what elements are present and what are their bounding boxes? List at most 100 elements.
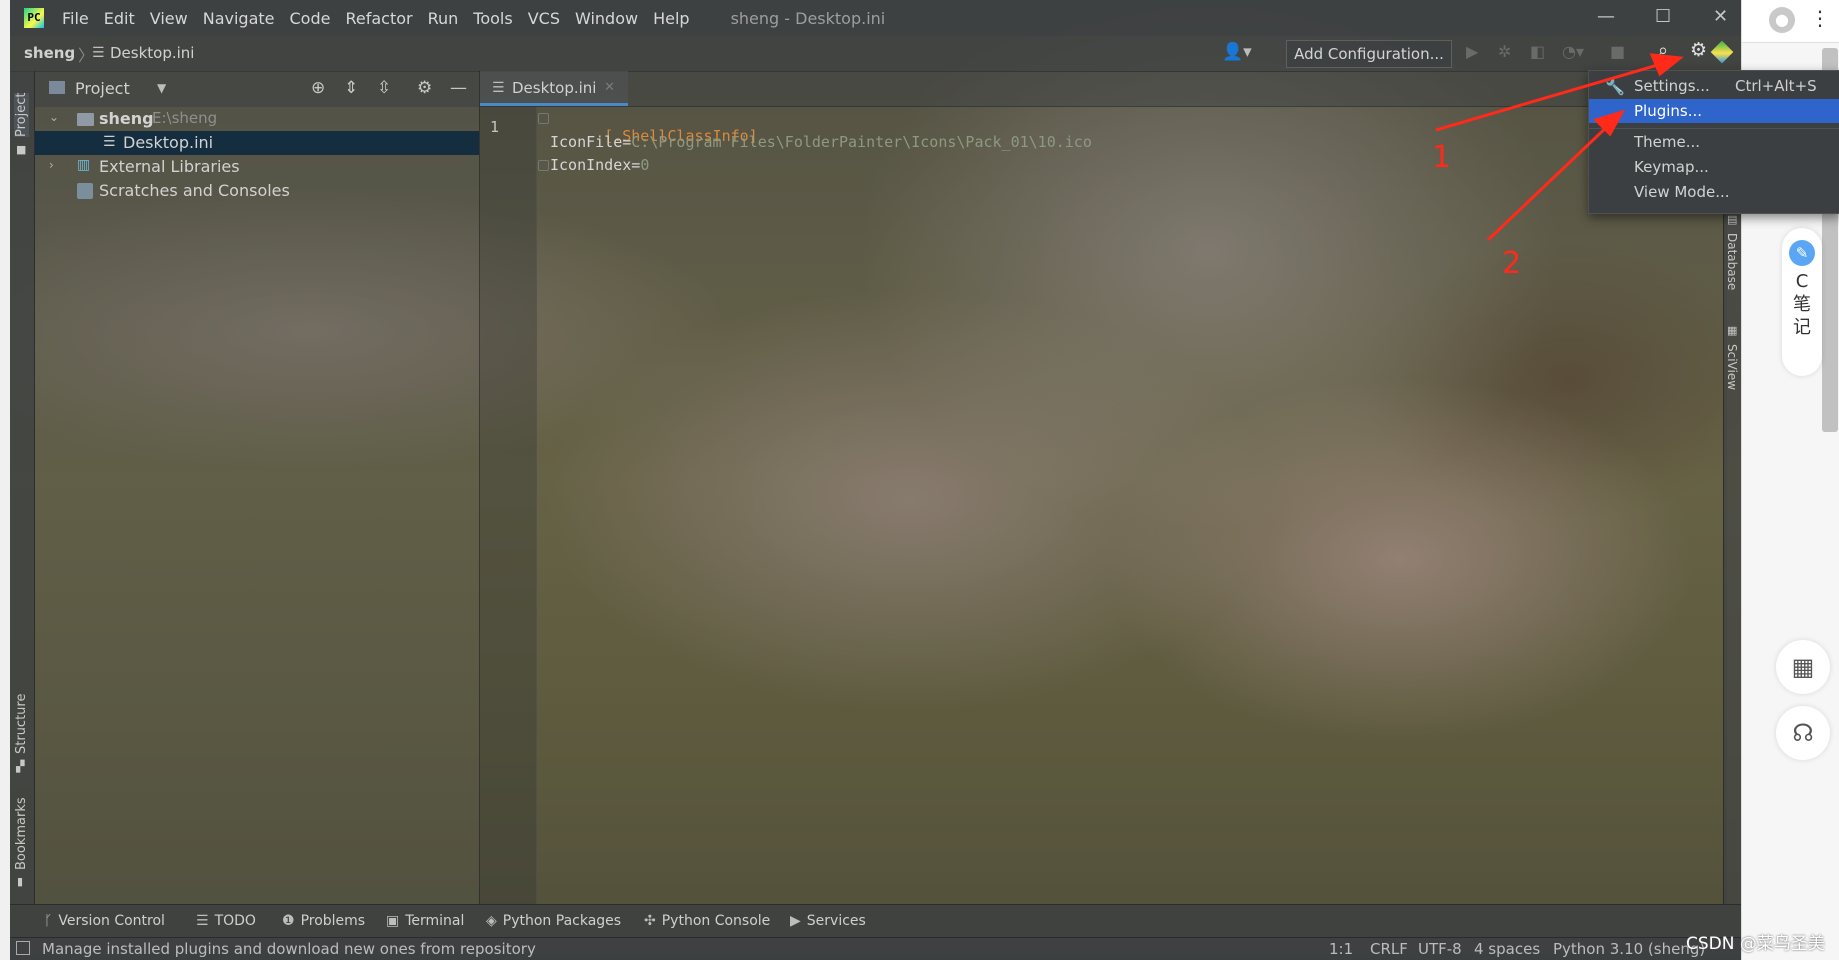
close-button[interactable]: ✕: [1713, 6, 1728, 27]
structure-icon: ▞: [16, 760, 25, 773]
editor-tab-label: Desktop.ini: [512, 79, 597, 97]
tree-item-external-libraries[interactable]: › ▥ External Libraries: [35, 155, 479, 179]
tool-tab-python-console[interactable]: ✣ Python Console: [644, 913, 770, 929]
left-tool-strip: Project ■ Structure ▞ Bookmarks ▮: [10, 71, 35, 904]
tool-tab-sciview[interactable]: SciView: [1725, 344, 1739, 390]
ini-file-icon: ☰: [103, 134, 116, 150]
file-encoding[interactable]: UTF-8: [1418, 940, 1462, 958]
close-tab-icon[interactable]: ✕: [604, 80, 615, 95]
hide-panel-icon[interactable]: —: [450, 78, 467, 98]
bottom-tool-tabs: ᚴ Version Control ☰ TODO ❶ Problems ▣ Termin…: [10, 904, 1741, 938]
line-separator[interactable]: CRLF: [1370, 940, 1408, 958]
fold-marker-icon[interactable]: [538, 113, 549, 124]
menu-vcs[interactable]: VCS: [528, 9, 560, 28]
project-tool-window: Project ▼ ⊕ ⇕ ⇳ ⚙ — ⌄ sheng E:\sheng ☰ D…: [35, 71, 480, 904]
menu-navigate[interactable]: Navigate: [203, 9, 275, 28]
tool-tab-services[interactable]: ▶ Services: [790, 913, 866, 929]
minimize-button[interactable]: —: [1597, 6, 1615, 27]
annotation-number-2: 2: [1502, 246, 1522, 281]
database-icon: ▤: [1727, 213, 1738, 226]
list-icon: ☰: [196, 913, 209, 929]
tree-item-scratches[interactable]: Scratches and Consoles: [35, 179, 479, 203]
menu-item-shortcut: Ctrl+Alt+S: [1735, 77, 1817, 95]
tab-label: TODO: [214, 913, 256, 929]
expand-all-icon[interactable]: ⇕: [344, 78, 358, 98]
status-square-icon[interactable]: [16, 941, 30, 955]
tab-label: Problems: [300, 913, 366, 929]
tool-tab-bookmarks[interactable]: Bookmarks: [14, 797, 29, 870]
menu-item-view-mode[interactable]: View Mode...: [1589, 180, 1839, 204]
ini-value: 0: [640, 156, 650, 174]
menu-view[interactable]: View: [150, 9, 188, 28]
csdn-notes-card[interactable]: ✎ C 笔 记: [1782, 228, 1822, 376]
menu-help[interactable]: Help: [653, 9, 689, 28]
locate-file-icon[interactable]: ⊕: [311, 78, 325, 98]
indent-setting[interactable]: 4 spaces: [1474, 940, 1540, 958]
terminal-icon: ▣: [386, 913, 400, 929]
editor-tab-desktop-ini[interactable]: ☰ Desktop.ini ✕: [480, 71, 628, 106]
tool-tab-database[interactable]: Database: [1725, 233, 1739, 290]
menu-item-label: Theme...: [1634, 133, 1701, 151]
coverage-icon[interactable]: ◧: [1530, 42, 1545, 61]
menu-code[interactable]: Code: [290, 9, 331, 28]
breadcrumb-file[interactable]: Desktop.ini: [110, 44, 194, 62]
browser-menu-icon[interactable]: ⋮: [1810, 6, 1830, 30]
tree-item-desktop-ini[interactable]: ☰ Desktop.ini: [35, 131, 479, 155]
menu-item-plugins[interactable]: Plugins...: [1589, 99, 1839, 123]
debug-icon[interactable]: ✲: [1498, 42, 1511, 61]
tool-tab-problems[interactable]: ❶ Problems: [282, 913, 365, 929]
branch-icon: ᚴ: [44, 913, 53, 929]
profile-run-icon[interactable]: ◔▾: [1562, 42, 1584, 61]
menu-item-keymap[interactable]: Keymap...: [1589, 155, 1839, 179]
add-configuration-button[interactable]: Add Configuration...: [1286, 40, 1452, 68]
menu-edit[interactable]: Edit: [104, 9, 135, 28]
editor-gutter: 1: [480, 107, 537, 904]
python-interpreter[interactable]: Python 3.10 (sheng): [1553, 940, 1705, 958]
user-account-icon[interactable]: 👤▾: [1222, 42, 1252, 62]
caret-position[interactable]: 1:1: [1329, 940, 1353, 958]
maximize-button[interactable]: ☐: [1655, 6, 1671, 27]
fold-marker-icon[interactable]: [538, 160, 549, 171]
panel-options-gear-icon[interactable]: ⚙: [417, 78, 432, 98]
chevron-right-icon[interactable]: ›: [49, 158, 54, 172]
chevron-down-icon[interactable]: ⌄: [49, 110, 59, 124]
tab-label: Services: [806, 913, 866, 929]
menu-item-settings[interactable]: 🔧 Settings... Ctrl+Alt+S: [1589, 74, 1839, 98]
menu-refactor[interactable]: Refactor: [345, 9, 412, 28]
breadcrumb-project[interactable]: sheng: [24, 44, 75, 62]
tool-tab-project[interactable]: Project: [14, 92, 29, 137]
menu-item-label: Keymap...: [1634, 158, 1709, 176]
editor-area[interactable]: ☰ Desktop.ini ✕ 1 [.ShellClassInfo] Icon…: [480, 71, 1727, 904]
library-icon: ▥: [77, 157, 91, 173]
tool-tab-terminal[interactable]: ▣ Terminal: [386, 913, 464, 929]
search-icon[interactable]: ⌕: [1658, 40, 1668, 61]
code-line-3[interactable]: IconIndex=0: [550, 156, 649, 174]
profile-avatar-icon[interactable]: ●: [1769, 7, 1795, 33]
chevron-down-icon[interactable]: ▼: [157, 81, 166, 95]
tree-item-sheng[interactable]: ⌄ sheng E:\sheng: [35, 107, 479, 131]
tool-tab-python-packages[interactable]: ◈ Python Packages: [486, 913, 621, 929]
ini-value: C:\Program Files\FolderPainter\Icons\Pac…: [631, 133, 1092, 151]
menu-run[interactable]: Run: [428, 9, 459, 28]
tree-item-label: Desktop.ini: [123, 133, 214, 152]
settings-gear-icon[interactable]: ⚙: [1690, 39, 1707, 61]
run-icon[interactable]: ▶: [1466, 42, 1478, 61]
menu-item-theme[interactable]: Theme...: [1589, 130, 1839, 154]
tool-tab-todo[interactable]: ☰ TODO: [196, 913, 256, 929]
headset-icon[interactable]: ☊: [1776, 706, 1830, 760]
status-bar: Manage installed plugins and download ne…: [10, 937, 1741, 960]
tool-tab-version-control[interactable]: ᚴ Version Control: [44, 913, 165, 929]
csdn-card-letter: C: [1795, 271, 1809, 292]
tab-label: Version Control: [58, 913, 165, 929]
ini-file-icon: ☰: [492, 80, 505, 96]
stop-icon[interactable]: ■: [1610, 42, 1625, 61]
menu-tools[interactable]: Tools: [473, 9, 512, 28]
qr-code-icon[interactable]: ▦: [1776, 640, 1830, 694]
collapse-all-icon[interactable]: ⇳: [377, 78, 391, 98]
code-line-2[interactable]: IconFile=C:\Program Files\FolderPainter\…: [550, 133, 1092, 151]
menu-window[interactable]: Window: [575, 9, 638, 28]
project-panel-title[interactable]: Project: [75, 79, 130, 98]
menu-file[interactable]: File: [62, 9, 89, 28]
jetbrains-toolbox-icon[interactable]: [1710, 40, 1734, 64]
tool-tab-structure[interactable]: Structure: [14, 694, 29, 754]
